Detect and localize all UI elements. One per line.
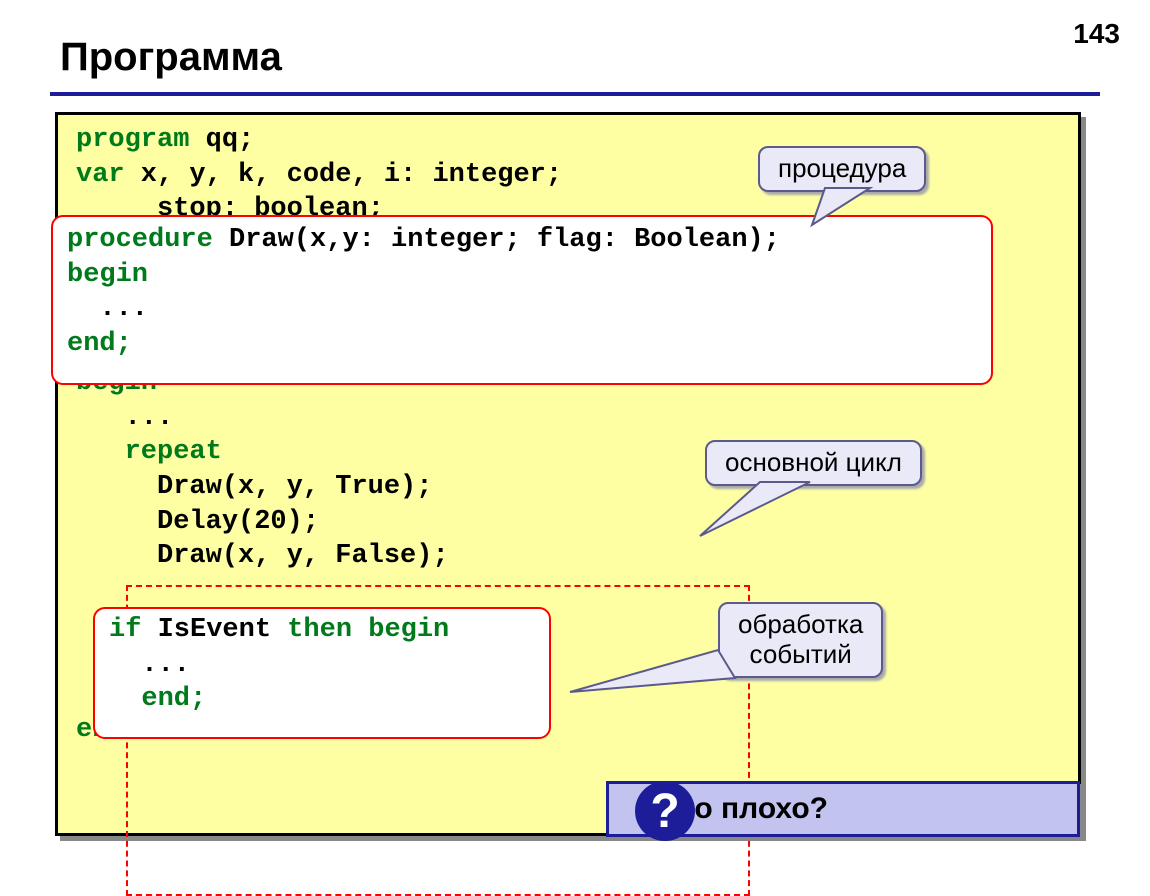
- callout-main-loop: основной цикл: [705, 440, 922, 486]
- procedure-box: procedure Draw(x,y: integer; flag: Boole…: [51, 215, 993, 385]
- callout-procedure: процедура: [758, 146, 926, 192]
- event-box: if IsEvent then begin ... end;: [93, 607, 551, 739]
- kw-repeat: repeat: [76, 437, 222, 467]
- kw-program: program: [76, 125, 189, 155]
- slide-title: Программа: [60, 35, 282, 80]
- title-rule: [50, 92, 1100, 96]
- question-mark-icon: ?: [635, 781, 695, 841]
- page-number: 143: [1073, 18, 1120, 50]
- callout-events: обработка событий: [718, 602, 883, 678]
- kw-var: var: [76, 160, 125, 190]
